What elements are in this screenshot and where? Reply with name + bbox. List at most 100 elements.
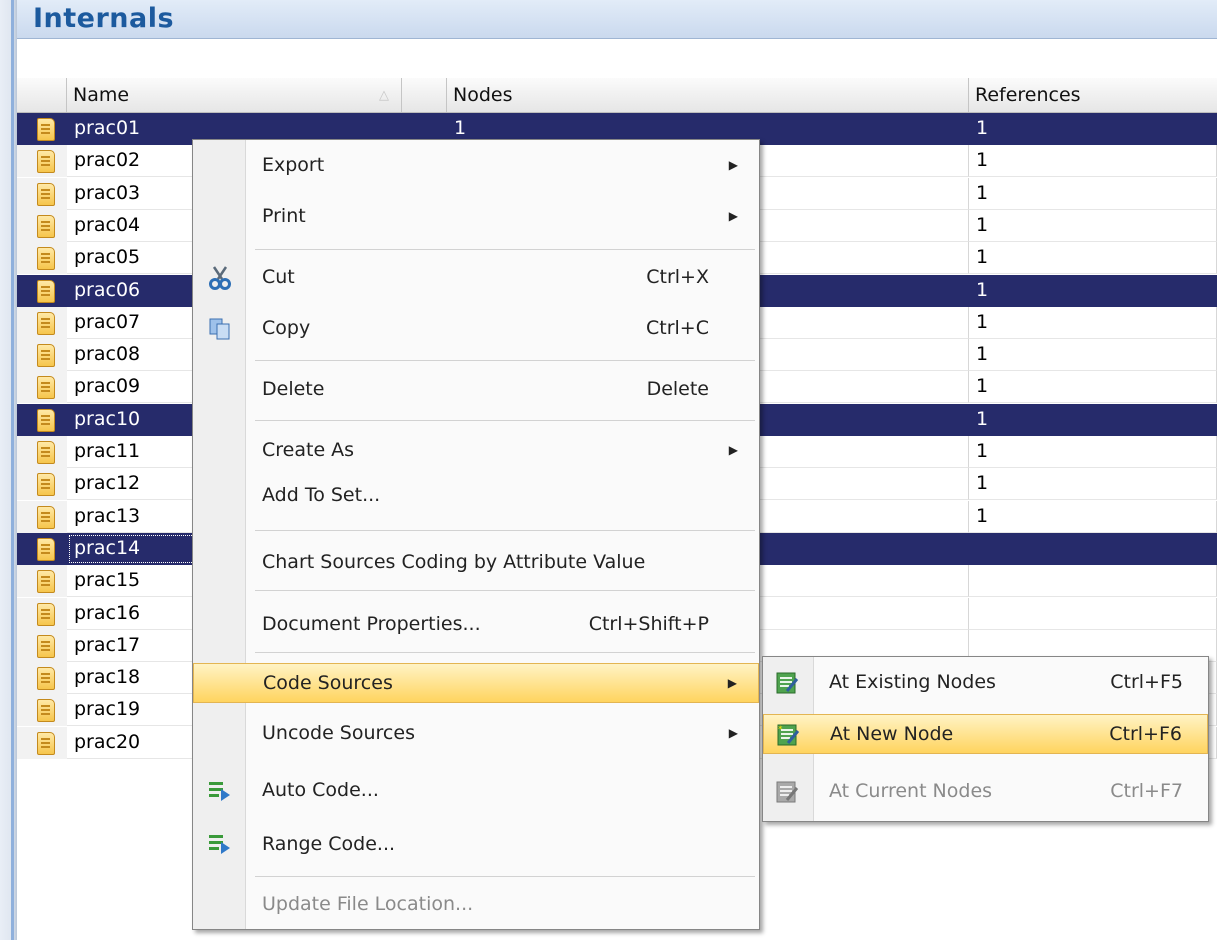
menu-label: Add To Set... — [262, 484, 381, 506]
cell-references[interactable]: 1 — [969, 371, 1217, 404]
submenu-arrow-icon: ▶ — [728, 726, 738, 740]
row-icon-cell — [17, 145, 67, 178]
document-icon — [37, 182, 55, 206]
document-icon — [37, 150, 55, 174]
range-code-icon — [208, 832, 232, 856]
menu-item-chart-sources[interactable]: Chart Sources Coding by Attribute Value — [193, 543, 759, 581]
submenu-arrow-icon: ▶ — [728, 209, 738, 223]
menu-item-print[interactable]: Print ▶ — [193, 197, 759, 235]
menu-shortcut: Ctrl+F5 — [1110, 671, 1183, 693]
cell-references[interactable]: 1 — [969, 306, 1217, 339]
row-icon-cell — [17, 274, 67, 307]
cell-references[interactable]: 1 — [969, 242, 1217, 275]
cell-references[interactable]: 1 — [969, 145, 1217, 178]
row-icon-cell — [17, 629, 67, 662]
document-icon — [37, 279, 55, 303]
menu-separator — [255, 590, 755, 591]
cell-references[interactable]: 1 — [969, 403, 1217, 436]
menu-label: Document Properties... — [262, 613, 481, 635]
row-icon-cell — [17, 500, 67, 533]
menu-shortcut: Delete — [646, 378, 709, 400]
cell-references[interactable] — [969, 565, 1217, 598]
cell-references[interactable] — [969, 532, 1217, 565]
header-name-label: Name — [73, 84, 130, 106]
menu-label: Export — [262, 154, 325, 176]
row-icon-cell — [17, 371, 67, 404]
submenu-item-current-nodes[interactable]: At Current Nodes Ctrl+F7 — [763, 772, 1208, 810]
menu-label: Code Sources — [263, 672, 393, 694]
menu-label: At Current Nodes — [829, 780, 993, 802]
submenu-item-new-node[interactable]: * At New Node Ctrl+F6 — [763, 714, 1208, 754]
document-icon — [37, 634, 55, 658]
menu-item-update-file-location[interactable]: Update File Location... — [193, 885, 759, 923]
row-icon-cell — [17, 694, 67, 727]
header-references-label: References — [975, 84, 1081, 106]
menu-label: Delete — [262, 378, 325, 400]
cell-references[interactable]: 1 — [969, 500, 1217, 533]
menu-item-cut[interactable]: Cut Ctrl+X — [193, 258, 759, 296]
header-name[interactable]: Name △ — [67, 78, 402, 112]
context-menu: Export ▶ Print ▶ Cut Ctrl+X Copy Ctrl+C … — [192, 139, 760, 930]
menu-item-document-properties[interactable]: Document Properties... Ctrl+Shift+P — [193, 605, 759, 643]
row-icon-cell — [17, 726, 67, 759]
menu-separator — [255, 360, 755, 361]
row-icon-cell — [17, 403, 67, 436]
document-icon — [37, 441, 55, 464]
row-icon-cell — [17, 468, 67, 501]
menu-item-create-as[interactable]: Create As ▶ — [193, 431, 759, 469]
document-icon — [37, 667, 55, 691]
document-icon — [37, 214, 55, 238]
document-icon — [37, 505, 55, 529]
header-nodes-label: Nodes — [453, 84, 513, 106]
menu-separator — [255, 652, 755, 653]
table-header: Name △ Nodes References — [17, 78, 1217, 113]
code-sources-submenu: At Existing Nodes Ctrl+F5 * At New Node … — [762, 656, 1209, 822]
row-icon-cell — [17, 436, 67, 468]
row-icon-cell — [17, 242, 67, 275]
menu-item-export[interactable]: Export ▶ — [193, 146, 759, 184]
cell-references[interactable]: 1 — [969, 209, 1217, 242]
submenu-arrow-icon: ▶ — [728, 158, 738, 172]
cell-references[interactable]: 1 — [969, 274, 1217, 307]
menu-item-add-to-set[interactable]: Add To Set... — [193, 476, 759, 514]
window-edge — [0, 0, 17, 940]
menu-label: Print — [262, 205, 306, 227]
document-icon — [37, 344, 55, 368]
cell-references[interactable]: 1 — [969, 113, 1217, 145]
cell-references[interactable]: 1 — [969, 468, 1217, 501]
document-icon — [37, 311, 55, 335]
menu-item-delete[interactable]: Delete Delete — [193, 370, 759, 408]
submenu-item-existing-nodes[interactable]: At Existing Nodes Ctrl+F5 — [763, 663, 1208, 701]
cell-references[interactable]: 1 — [969, 339, 1217, 372]
menu-item-copy[interactable]: Copy Ctrl+C — [193, 309, 759, 347]
document-icon — [37, 602, 55, 626]
row-icon-cell — [17, 565, 67, 598]
menu-shortcut: Ctrl+F6 — [1109, 723, 1182, 745]
header-spacer[interactable] — [402, 78, 447, 112]
header-icon-column[interactable] — [17, 78, 67, 112]
menu-label: At New Node — [830, 723, 954, 745]
menu-item-code-sources[interactable]: Code Sources ▶ — [193, 663, 759, 703]
menu-label: Auto Code... — [262, 779, 379, 801]
cell-references[interactable]: 1 — [969, 436, 1217, 468]
document-icon — [37, 570, 55, 594]
header-nodes[interactable]: Nodes — [447, 78, 969, 112]
document-icon — [37, 537, 55, 561]
menu-item-uncode-sources[interactable]: Uncode Sources ▶ — [193, 714, 759, 752]
menu-label: Chart Sources Coding by Attribute Value — [262, 551, 646, 573]
header-references[interactable]: References — [969, 78, 1217, 112]
row-icon-cell — [17, 532, 67, 565]
panel-title: Internals — [33, 3, 175, 34]
menu-label: Cut — [262, 266, 295, 288]
document-icon — [37, 731, 55, 755]
menu-item-range-code[interactable]: Range Code... — [193, 825, 759, 863]
menu-shortcut: Ctrl+F7 — [1110, 780, 1183, 802]
document-icon — [37, 376, 55, 400]
cell-references[interactable]: 1 — [969, 177, 1217, 210]
menu-item-auto-code[interactable]: Auto Code... — [193, 771, 759, 809]
menu-separator — [255, 249, 755, 250]
menu-separator — [255, 530, 755, 531]
svg-text:*: * — [778, 725, 783, 735]
cell-references[interactable] — [969, 597, 1217, 630]
document-icon — [37, 118, 55, 141]
